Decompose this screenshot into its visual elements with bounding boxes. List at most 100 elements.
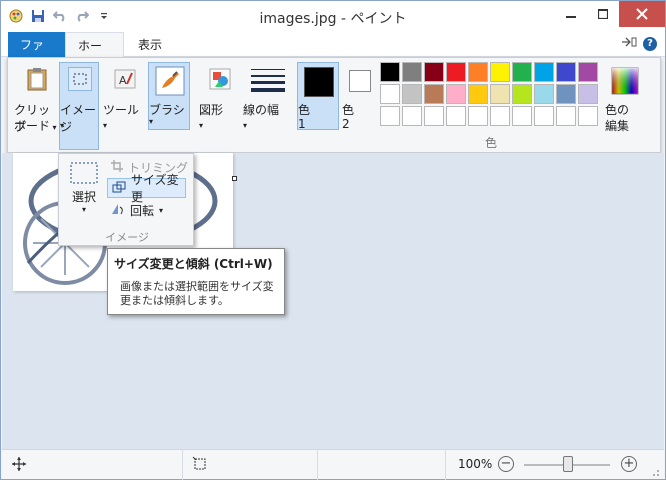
select-button[interactable]: 選択 ▾ bbox=[67, 160, 101, 220]
help-area: ? bbox=[621, 36, 657, 51]
resize-menu-item[interactable]: サイズ変更 bbox=[107, 173, 186, 204]
tab-home[interactable]: ホーム bbox=[65, 32, 124, 70]
palette-swatch[interactable] bbox=[556, 106, 576, 126]
palette-swatch[interactable] bbox=[534, 84, 554, 104]
image-button[interactable]: イメージ ▾ bbox=[59, 62, 99, 150]
palette-swatch[interactable] bbox=[556, 84, 576, 104]
palette-swatch[interactable] bbox=[424, 62, 444, 82]
palette-swatch[interactable] bbox=[424, 84, 444, 104]
palette-swatch[interactable] bbox=[512, 106, 532, 126]
palette-swatch[interactable] bbox=[380, 84, 400, 104]
color2-button[interactable]: 色 2 bbox=[341, 62, 377, 131]
dropdown-arrow-icon: ▾ bbox=[60, 121, 65, 130]
select-rect-icon bbox=[70, 162, 98, 184]
dropdown-arrow-icon: ▾ bbox=[243, 121, 248, 130]
palette-swatch[interactable] bbox=[380, 106, 400, 126]
line-width-icon bbox=[251, 67, 285, 96]
palette-swatch[interactable] bbox=[490, 62, 510, 82]
brush-button[interactable]: ブラシ ▾ bbox=[148, 62, 190, 130]
help-icon[interactable]: ? bbox=[643, 36, 657, 51]
cursor-position-icon bbox=[12, 457, 26, 474]
palette-swatch[interactable] bbox=[402, 106, 422, 126]
zoom-in-button[interactable]: + bbox=[621, 456, 637, 472]
palette-swatch[interactable] bbox=[424, 106, 444, 126]
palette-swatch[interactable] bbox=[578, 84, 598, 104]
tools-button[interactable]: A ツール ▾ bbox=[102, 62, 146, 150]
status-bar: 100% − + bbox=[2, 449, 664, 480]
minimize-button[interactable] bbox=[555, 1, 587, 27]
resize-grip-icon[interactable] bbox=[650, 466, 660, 480]
palette-swatch[interactable] bbox=[402, 62, 422, 82]
image-dropdown: 選択 ▾ トリミング サイズ変更 回転 ▾ イメージ bbox=[58, 153, 194, 246]
shapes-icon bbox=[208, 67, 232, 94]
palette-swatch[interactable] bbox=[402, 84, 422, 104]
tab-file[interactable]: ファイル bbox=[8, 32, 65, 69]
status-separator bbox=[445, 450, 446, 480]
color2-label: 色 bbox=[342, 103, 355, 117]
paint-window: images.jpg - ペイント ファイル ホーム 表示 ? bbox=[0, 0, 666, 480]
colors-group-label: 色 bbox=[484, 136, 497, 150]
clipboard-icon bbox=[26, 67, 48, 94]
dropdown-arrow-icon: ▾ bbox=[149, 117, 154, 126]
window-controls bbox=[555, 1, 665, 27]
svg-text:A: A bbox=[119, 74, 127, 87]
zoom-slider-thumb[interactable] bbox=[563, 456, 573, 472]
palette-swatch[interactable] bbox=[446, 62, 466, 82]
close-button[interactable] bbox=[619, 1, 665, 27]
line-width-button[interactable]: 線の幅 ▾ bbox=[242, 62, 292, 150]
color-palette bbox=[380, 62, 602, 128]
edit-colors-button[interactable]: 色の 編集 bbox=[604, 62, 644, 133]
color1-swatch bbox=[304, 67, 334, 97]
maximize-button[interactable] bbox=[587, 1, 619, 27]
palette-swatch[interactable] bbox=[578, 106, 598, 126]
dropdown-arrow-icon: ▾ bbox=[81, 205, 86, 214]
image-group-label: イメージ bbox=[105, 231, 149, 244]
palette-swatch[interactable] bbox=[534, 62, 554, 82]
zoom-level: 100% bbox=[458, 457, 493, 471]
title-bar: images.jpg - ペイント bbox=[1, 1, 665, 33]
dropdown-arrow-icon: ▾ bbox=[50, 123, 57, 132]
tools-label: ツール bbox=[103, 103, 140, 117]
color1-button[interactable]: 色 1 bbox=[297, 62, 339, 131]
select-label: 選択 bbox=[71, 190, 96, 204]
zoom-out-button[interactable]: − bbox=[498, 456, 514, 472]
palette-swatch[interactable] bbox=[468, 62, 488, 82]
palette-swatch[interactable] bbox=[490, 84, 510, 104]
palette-swatch[interactable] bbox=[534, 106, 554, 126]
tab-view[interactable]: 表示 bbox=[126, 32, 176, 57]
rotate-icon bbox=[111, 203, 125, 218]
rainbow-palette-icon bbox=[611, 67, 639, 98]
dropdown-arrow-icon: ▾ bbox=[103, 121, 108, 130]
palette-swatch[interactable] bbox=[512, 84, 532, 104]
palette-swatch[interactable] bbox=[446, 106, 466, 126]
palette-swatch[interactable] bbox=[578, 62, 598, 82]
palette-swatch[interactable] bbox=[490, 106, 510, 126]
rotate-menu-item[interactable]: 回転 ▾ bbox=[107, 200, 167, 220]
brush-icon bbox=[155, 66, 185, 99]
ribbon-tabs: ファイル ホーム 表示 ? bbox=[1, 32, 665, 70]
palette-swatch[interactable] bbox=[556, 62, 576, 82]
color2-num: 2 bbox=[342, 117, 350, 131]
palette-swatch[interactable] bbox=[468, 106, 488, 126]
shapes-label: 図形 bbox=[199, 103, 224, 117]
tooltip-title: サイズ変更と傾斜 (Ctrl+W) bbox=[114, 257, 273, 271]
edit-colors-label-1: 色の bbox=[605, 103, 630, 117]
palette-swatch[interactable] bbox=[512, 62, 532, 82]
palette-swatch[interactable] bbox=[380, 62, 400, 82]
tooltip-body: 画像または選択範囲をサイズ変 更または傾斜します。 bbox=[120, 280, 278, 308]
color1-num: 1 bbox=[298, 117, 306, 131]
clipboard-label-2: ボード bbox=[14, 119, 51, 133]
clipboard-button[interactable]: クリップ ボード ▾ bbox=[13, 62, 59, 150]
rotate-label: 回転 bbox=[130, 203, 155, 218]
line-width-label: 線の幅 bbox=[243, 103, 280, 117]
color1-fill bbox=[305, 68, 333, 96]
color1-label: 色 bbox=[298, 103, 311, 117]
palette-swatch[interactable] bbox=[468, 84, 488, 104]
shapes-button[interactable]: 図形 ▾ bbox=[198, 62, 240, 150]
resize-handle[interactable] bbox=[232, 176, 237, 181]
status-separator bbox=[182, 450, 183, 480]
tooltip-body-line2: 更または傾斜します。 bbox=[120, 294, 229, 307]
palette-swatch[interactable] bbox=[446, 84, 466, 104]
ribbon-collapse-icon[interactable] bbox=[621, 36, 637, 51]
resize-tooltip: サイズ変更と傾斜 (Ctrl+W) 画像または選択範囲をサイズ変 更または傾斜し… bbox=[107, 248, 285, 315]
